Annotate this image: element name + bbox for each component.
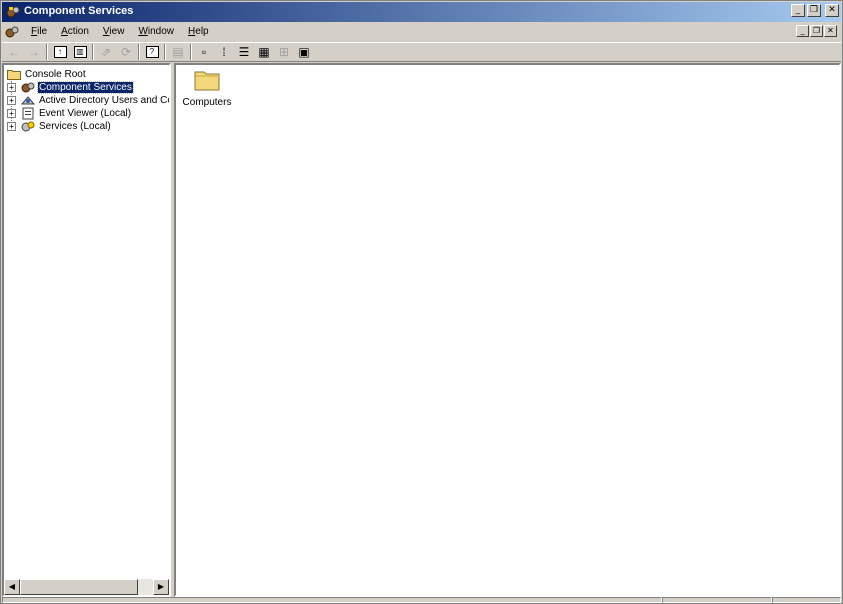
window-title: Component Services [24,5,134,17]
tree-item-services[interactable]: + Services (Local) [7,120,112,133]
export-list-icon[interactable]: ⇗ [98,44,114,60]
toolbar-separator [138,44,140,60]
large-icons-view-icon[interactable]: ▫ [196,44,212,60]
expand-icon[interactable]: + [7,96,16,105]
services-icon [20,120,36,133]
tree-item-event-viewer[interactable]: + Event Viewer (Local) [7,107,132,120]
component-services-window: Component Services _ ❐ ✕ File Action Vie… [0,0,843,604]
console-panes: Console Root + Component Services + Acti… [2,63,841,597]
com-plus-view-icon[interactable]: ⊞ [276,44,292,60]
result-item-label: Computers [182,97,232,108]
help-icon[interactable]: ? [144,44,160,60]
title-bar[interactable]: Component Services _ ❐ ✕ [2,2,841,22]
detail-view-icon[interactable]: ▦ [256,44,272,60]
child-close-button[interactable]: ✕ [824,25,837,37]
tree-root-label: Console Root [25,69,86,80]
child-caption-buttons: _ ❐ ✕ [796,25,837,37]
tree-item-component-services[interactable]: + Component Services [7,81,134,94]
console-tree-pane[interactable]: Console Root + Component Services + Acti… [2,63,171,597]
menu-window[interactable]: Window [131,24,181,40]
active-directory-icon [20,94,36,107]
menu-view[interactable]: View [96,24,132,40]
toolbar-separator [164,44,166,60]
up-one-level-icon[interactable]: ↑ [52,44,68,60]
status-panel-3 [772,597,841,603]
menu-view-rest: iew [109,26,125,37]
menu-file[interactable]: File [24,24,54,40]
menu-window-accel: W [138,26,148,37]
minimize-button[interactable]: _ [791,4,805,17]
expand-icon[interactable]: + [7,83,16,92]
menu-window-rest: indow [147,26,175,37]
toolbar-separator [46,44,48,60]
new-window-icon[interactable]: ▤ [170,44,186,60]
child-minimize-button[interactable]: _ [796,25,809,37]
expand-icon[interactable]: + [7,122,16,131]
menu-file-rest: ile [37,26,48,37]
caption-buttons: _ ❐ ✕ [791,4,839,17]
scroll-right-button[interactable]: ▶ [153,579,169,595]
toolbar-separator [92,44,94,60]
status-bar [2,597,841,603]
folder-icon [7,70,21,80]
refresh-icon[interactable]: ⟳ [118,44,134,60]
status-view-icon[interactable]: ▣ [296,44,312,60]
tree-horizontal-scrollbar[interactable]: ◀ ▶ [4,579,169,595]
menu-bar: File Action View Window Help _ ❐ ✕ [2,23,841,41]
expand-icon[interactable]: + [7,109,16,118]
back-icon[interactable]: ← [6,44,22,60]
maximize-button[interactable]: ❐ [807,4,821,17]
toolbar: ← → ↑ ▥ ⇗ ⟳ ? ▤ ▫ ⁞ ☰ ▦ ⊞ ▣ [2,42,841,62]
menu-help[interactable]: Help [181,24,216,40]
menu-help-rest: elp [195,26,209,37]
tree-item-label: Services (Local) [39,121,111,132]
menu-action-accel: A [61,26,68,37]
show-hide-console-tree-icon[interactable]: ▥ [72,44,88,60]
small-icons-view-icon[interactable]: ⁞ [216,44,232,60]
tree-item-active-directory[interactable]: + Active Directory Users and Comp [7,94,169,107]
result-item-computers[interactable]: Computers [182,69,232,108]
menu-action-rest: ction [67,26,89,37]
tree-item-label: Component Services [37,81,134,94]
console-menu-icon[interactable] [4,24,20,40]
tree-root[interactable]: Console Root [7,68,87,81]
menu-action[interactable]: Action [54,24,96,40]
component-services-app-icon[interactable] [5,4,21,20]
results-pane[interactable]: Computers [174,63,841,597]
status-panel-main [2,597,662,603]
status-panel-2 [662,597,772,603]
folder-icon [194,71,220,91]
scroll-thumb[interactable] [20,579,138,595]
close-button[interactable]: ✕ [825,4,839,17]
forward-icon[interactable]: → [26,44,42,60]
tree-item-label: Event Viewer (Local) [39,108,132,119]
list-view-icon[interactable]: ☰ [236,44,252,60]
scroll-left-button[interactable]: ◀ [4,579,20,595]
tree-item-label: Active Directory Users and Comp [39,95,169,106]
scroll-track[interactable] [138,579,153,595]
event-viewer-icon [20,107,36,120]
component-services-icon [20,81,36,94]
child-restore-button[interactable]: ❐ [810,25,823,37]
toolbar-separator [190,44,192,60]
